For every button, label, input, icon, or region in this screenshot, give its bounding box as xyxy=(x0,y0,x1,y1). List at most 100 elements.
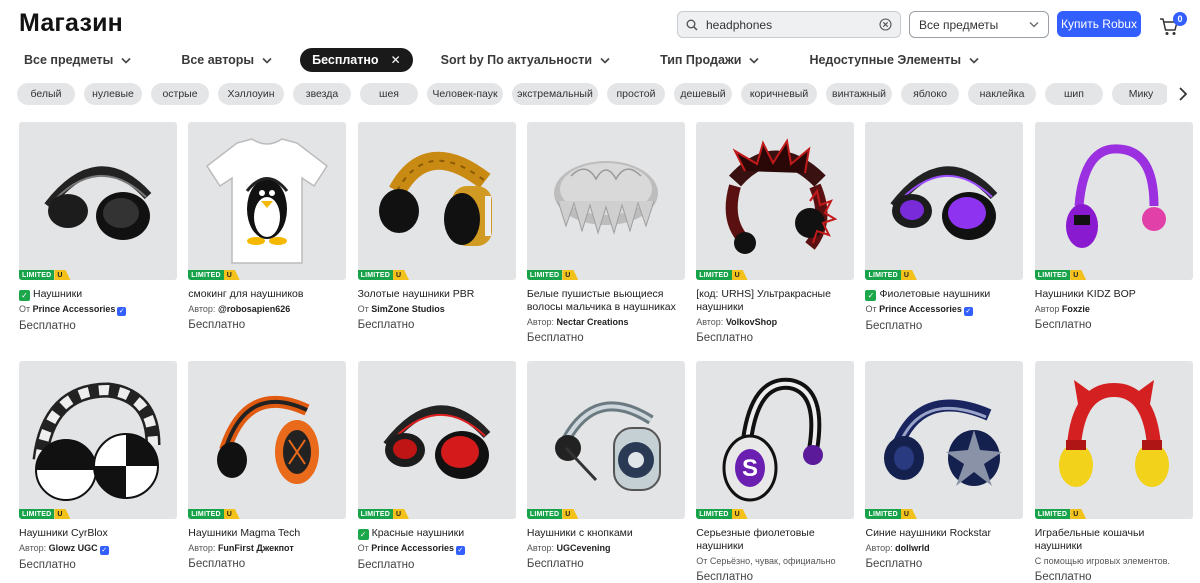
item-thumbnail[interactable]: LIMITED U xyxy=(19,122,177,280)
tag-chip[interactable]: шип xyxy=(1045,83,1103,105)
item-thumbnail[interactable]: LIMITED U xyxy=(1034,122,1193,280)
tag-chip[interactable]: Человек-паук xyxy=(427,83,503,105)
limited-badge: LIMITED U xyxy=(696,270,748,280)
item-card[interactable]: LIMITED U [код: URHS] Ультракрасные наушн… xyxy=(696,122,855,361)
item-card[interactable]: LIMITED U ✓ Фиолетовые наушники От Prince … xyxy=(865,122,1024,361)
item-name[interactable]: ✓ Красные наушники xyxy=(357,527,516,540)
tag-chips: белый нулевые острые Хэллоуин звезда шея… xyxy=(17,83,1167,105)
item-thumbnail[interactable]: LIMITED U xyxy=(357,361,516,519)
item-thumbnail[interactable]: LIMITED U xyxy=(526,122,685,280)
filter-all-creators[interactable]: Все авторы xyxy=(171,48,282,72)
tag-chip[interactable]: звезда xyxy=(293,83,351,105)
item-name[interactable]: ✓ Фиолетовые наушники xyxy=(865,288,1023,301)
item-name[interactable]: Наушники с кнопками xyxy=(527,527,685,540)
item-card[interactable]: LIMITED U Золотые наушники PBR От SimZone… xyxy=(357,122,516,361)
tag-chip[interactable]: Хэллоуин xyxy=(218,83,284,105)
item-price: Бесплатно xyxy=(696,332,753,344)
filter-free[interactable]: Бесплатно ✕ xyxy=(300,48,413,72)
item-name[interactable]: Синие наушники Rockstar xyxy=(865,527,1023,540)
search-bar[interactable]: headphones xyxy=(677,11,901,38)
item-creator[interactable]: Автор: VolkovShop xyxy=(696,316,854,328)
tag-chip[interactable]: наклейка xyxy=(968,83,1036,105)
page-title: Магазин xyxy=(19,9,123,37)
tag-chip[interactable]: винтажный xyxy=(826,83,892,105)
item-creator[interactable]: Автор Foxzie xyxy=(1035,303,1193,315)
item-name[interactable]: Играбельные кошачьи наушники xyxy=(1035,527,1193,553)
item-creator[interactable]: От Prince Accessories ✓ xyxy=(358,542,516,555)
item-card[interactable]: LIMITED U Наушники KIDZ BOP Автор Foxzie … xyxy=(1034,122,1193,361)
item-card[interactable]: S LIMITED U Серьезные фиолетовые наушники… xyxy=(696,361,855,583)
item-creator[interactable]: Автор: Nectar Creations xyxy=(527,316,685,328)
item-thumbnail[interactable]: LIMITED U xyxy=(19,361,177,519)
limited-badge: LIMITED U xyxy=(19,509,71,519)
item-card[interactable]: LIMITED U Синие наушники Rockstar Автор: … xyxy=(865,361,1024,583)
item-thumbnail[interactable]: LIMITED U xyxy=(357,122,516,280)
buy-robux-button[interactable]: Купить Robux xyxy=(1057,11,1141,37)
item-thumbnail[interactable]: LIMITED U xyxy=(696,122,855,280)
search-input[interactable]: headphones xyxy=(706,18,879,32)
item-creator[interactable]: Автор: Glowz UGC ✓ xyxy=(19,542,177,555)
item-creator[interactable]: Автор: dollwrld xyxy=(865,542,1023,554)
serious-headphones-icon: S xyxy=(722,377,824,502)
item-name[interactable]: Наушники CyrBlox xyxy=(19,527,177,540)
item-thumbnail[interactable]: LIMITED U xyxy=(865,122,1024,280)
limited-badge: LIMITED U xyxy=(865,270,917,280)
item-card[interactable]: LIMITED U Наушники CyrBlox Автор: Glowz U… xyxy=(19,361,177,583)
item-name[interactable]: Наушники KIDZ BOP xyxy=(1035,288,1193,301)
item-name[interactable]: Серьезные фиолетовые наушники xyxy=(696,527,854,553)
item-creator[interactable]: От Серьёзно, чувак, официально xyxy=(696,555,854,567)
item-name[interactable]: Белые пушистые вьющиеся волосы мальчика … xyxy=(527,288,685,314)
item-card[interactable]: LIMITED U Наушники с кнопками Автор: UGCe… xyxy=(526,361,685,583)
tag-chip[interactable]: дешевый xyxy=(674,83,732,105)
item-card[interactable]: LIMITED U смокинг для наушников Автор: @r… xyxy=(188,122,347,361)
tag-chip[interactable]: Мику xyxy=(1112,83,1167,105)
item-creator[interactable]: От Prince Accessories ✓ xyxy=(19,303,177,316)
item-name[interactable]: смокинг для наушников xyxy=(188,288,346,301)
category-select-value: Все предметы xyxy=(919,17,999,32)
item-card[interactable]: LIMITED U Наушники Magma Tech Автор: FunF… xyxy=(188,361,347,583)
tag-chip[interactable]: простой xyxy=(607,83,665,105)
item-thumbnail[interactable]: LIMITED U xyxy=(526,361,685,519)
item-name[interactable]: ✓ Наушники xyxy=(19,288,177,301)
item-name[interactable]: Золотые наушники PBR xyxy=(358,288,516,301)
item-thumbnail[interactable]: LIMITED U xyxy=(188,361,347,519)
tag-chip[interactable]: белый xyxy=(17,83,75,105)
white-hair-icon xyxy=(553,161,658,235)
filter-bar: Все предметы Все авторы Бесплатно ✕ Sort … xyxy=(14,48,1019,72)
item-thumbnail[interactable]: S LIMITED U xyxy=(696,361,855,519)
item-name[interactable]: [код: URHS] Ультракрасные наушники xyxy=(696,288,854,314)
verified-icon: ✓ xyxy=(117,307,127,316)
item-creator[interactable]: От SimZone Studios xyxy=(358,303,516,315)
clear-search-icon[interactable] xyxy=(879,18,892,31)
item-price: Бесплатно xyxy=(1034,571,1092,583)
tag-chip[interactable]: шея xyxy=(360,83,418,105)
item-creator[interactable]: От Prince Accessories ✓ xyxy=(865,303,1023,316)
filter-sort[interactable]: Sort by По актуальности xyxy=(431,48,620,72)
item-thumbnail[interactable]: LIMITED U xyxy=(188,122,347,280)
item-card[interactable]: LIMITED U ✓ Красные наушники От Prince Acc… xyxy=(357,361,516,583)
tag-chip[interactable]: нулевые xyxy=(84,83,142,105)
item-creator[interactable]: Автор: UGCevening xyxy=(527,542,685,554)
item-name[interactable]: Наушники Magma Tech xyxy=(188,527,346,540)
item-creator[interactable]: Автор: @robosapien626 xyxy=(188,303,346,315)
item-creator[interactable]: С помощью игровых элементов. xyxy=(1035,555,1193,567)
item-card[interactable]: LIMITED U ✓ Наушники От Prince Accessories… xyxy=(19,122,177,361)
item-creator[interactable]: Автор: FunFirst Джекпот xyxy=(188,542,346,554)
category-select[interactable]: Все предметы xyxy=(909,11,1049,38)
item-card[interactable]: LIMITED U Белые пушистые вьющиеся волосы … xyxy=(526,122,685,361)
close-icon[interactable]: ✕ xyxy=(391,53,401,67)
tag-chip[interactable]: коричневый xyxy=(741,83,817,105)
tag-chip[interactable]: острые xyxy=(151,83,209,105)
cat-headphones-icon xyxy=(1058,380,1169,487)
item-thumbnail[interactable]: LIMITED U xyxy=(1034,361,1193,519)
item-thumbnail[interactable]: LIMITED U xyxy=(865,361,1024,519)
chevron-right-icon[interactable] xyxy=(1176,86,1190,102)
item-card[interactable]: LIMITED U Играбельные кошачьи наушники С … xyxy=(1034,361,1193,583)
limited-badge: LIMITED U xyxy=(19,270,71,280)
chevron-down-icon xyxy=(1029,22,1039,28)
tag-chip[interactable]: экстремальный xyxy=(512,83,598,105)
tag-chip[interactable]: яблоко xyxy=(901,83,959,105)
filter-all-items[interactable]: Все предметы xyxy=(14,48,141,72)
filter-sale-type[interactable]: Тип Продажи xyxy=(650,48,769,72)
filter-unavailable[interactable]: Недоступные Элементы xyxy=(799,48,989,72)
